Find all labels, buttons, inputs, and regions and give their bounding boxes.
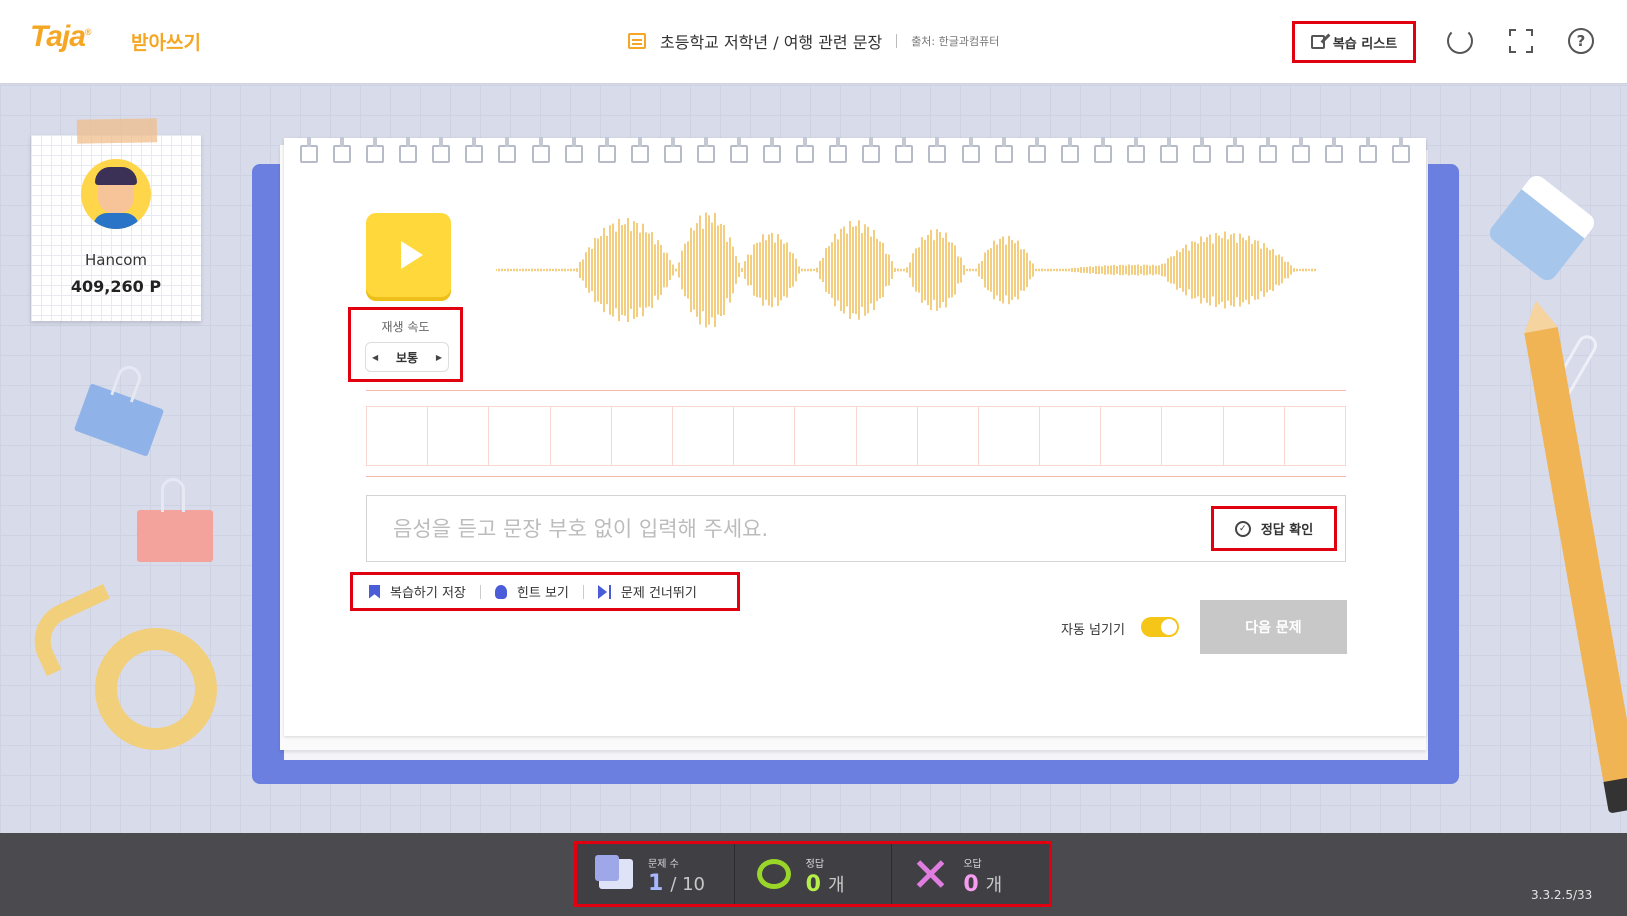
version-text: 3.3.2.5/33 bbox=[1531, 888, 1593, 902]
answer-input-box: ✓ 정답 확인 bbox=[366, 495, 1346, 562]
profile-card: Hancom 409,260 P bbox=[31, 118, 201, 321]
answer-line-top bbox=[366, 390, 1346, 391]
check-answer-button[interactable]: ✓ 정답 확인 bbox=[1211, 506, 1337, 551]
tape-roll-icon bbox=[95, 628, 217, 750]
refresh-icon[interactable] bbox=[1447, 28, 1473, 54]
speed-next-icon[interactable]: ▶ bbox=[436, 353, 442, 362]
app-header: Taja® 받아쓰기 초등학교 저학년 / 여행 관련 문장 출처: 한글과컴퓨… bbox=[0, 0, 1627, 84]
fullscreen-icon[interactable] bbox=[1508, 28, 1534, 54]
speed-selector[interactable]: ◀ 보통 ▶ bbox=[365, 342, 449, 372]
answer-line-bottom bbox=[366, 476, 1346, 477]
circle-icon bbox=[756, 859, 791, 889]
lesson-title-bar: 초등학교 저학년 / 여행 관련 문장 출처: 한글과컴퓨터 bbox=[628, 29, 999, 53]
correct-value: 0 bbox=[805, 872, 821, 897]
bookmark-icon bbox=[369, 584, 380, 599]
notebook-rings bbox=[300, 137, 1410, 165]
answer-input[interactable] bbox=[393, 514, 1173, 544]
speed-prev-icon[interactable]: ◀ bbox=[372, 353, 378, 362]
speed-value: 보통 bbox=[395, 350, 419, 365]
wrong-value: 0 bbox=[963, 872, 979, 897]
user-name: Hancom bbox=[84, 251, 147, 269]
play-icon bbox=[400, 241, 423, 269]
auto-next-label: 자동 넘기기 bbox=[1061, 623, 1125, 638]
audio-waveform bbox=[496, 212, 1316, 328]
save-review-button[interactable]: 복습하기 저장 bbox=[369, 582, 466, 601]
x-icon bbox=[914, 859, 948, 889]
help-icon[interactable]: ? bbox=[1568, 28, 1594, 54]
question-count: 문제 수 1 / 10 bbox=[577, 844, 734, 904]
answer-grid bbox=[366, 406, 1346, 466]
play-button[interactable] bbox=[366, 213, 451, 297]
check-answer-label: 정답 확인 bbox=[1260, 523, 1314, 538]
mode-label: 받아쓰기 bbox=[131, 32, 201, 54]
total-questions: / 10 bbox=[670, 874, 706, 895]
divider bbox=[896, 34, 898, 48]
avatar bbox=[81, 159, 151, 229]
taja-logo[interactable]: Taja® bbox=[30, 20, 92, 54]
skip-label: 문제 건너뛰기 bbox=[620, 586, 697, 601]
action-bar: 복습하기 저장 힌트 보기 문제 건너뛰기 bbox=[350, 572, 740, 611]
lesson-title: 초등학교 저학년 / 여행 관련 문장 bbox=[660, 33, 883, 52]
list-icon bbox=[628, 33, 646, 49]
review-list-label: 복습 리스트 bbox=[1332, 36, 1398, 52]
playback-speed-control: 재생 속도 ◀ 보통 ▶ bbox=[348, 307, 463, 382]
correct-count: 정답 0 개 bbox=[733, 844, 892, 904]
skip-icon bbox=[597, 584, 607, 599]
divider bbox=[479, 584, 481, 599]
speed-label: 재생 속도 bbox=[381, 320, 430, 334]
binder-clip-pink-icon bbox=[137, 478, 213, 562]
skip-question-button[interactable]: 문제 건너뛰기 bbox=[597, 582, 697, 601]
source-text: 출처: 한글과컴퓨터 bbox=[911, 35, 1000, 48]
divider bbox=[582, 584, 584, 599]
lightbulb-icon bbox=[494, 584, 507, 599]
review-list-button[interactable]: 복습 리스트 bbox=[1292, 21, 1416, 63]
save-review-label: 복습하기 저장 bbox=[390, 586, 466, 601]
check-icon: ✓ bbox=[1234, 520, 1251, 537]
user-points: 409,260 P bbox=[70, 277, 162, 296]
wrong-count: 오답 0 개 bbox=[891, 844, 1049, 904]
tape-decoration bbox=[76, 118, 158, 144]
edit-icon bbox=[1310, 35, 1325, 49]
auto-next-toggle[interactable] bbox=[1141, 617, 1179, 637]
current-question: 1 bbox=[648, 871, 664, 896]
hint-label: 힌트 보기 bbox=[516, 586, 569, 601]
next-question-button[interactable]: 다음 문제 bbox=[1200, 600, 1347, 654]
document-icon bbox=[595, 855, 633, 889]
hint-button[interactable]: 힌트 보기 bbox=[494, 582, 569, 601]
score-panel: 문제 수 1 / 10 정답 0 개 오답 0 개 bbox=[574, 841, 1052, 907]
